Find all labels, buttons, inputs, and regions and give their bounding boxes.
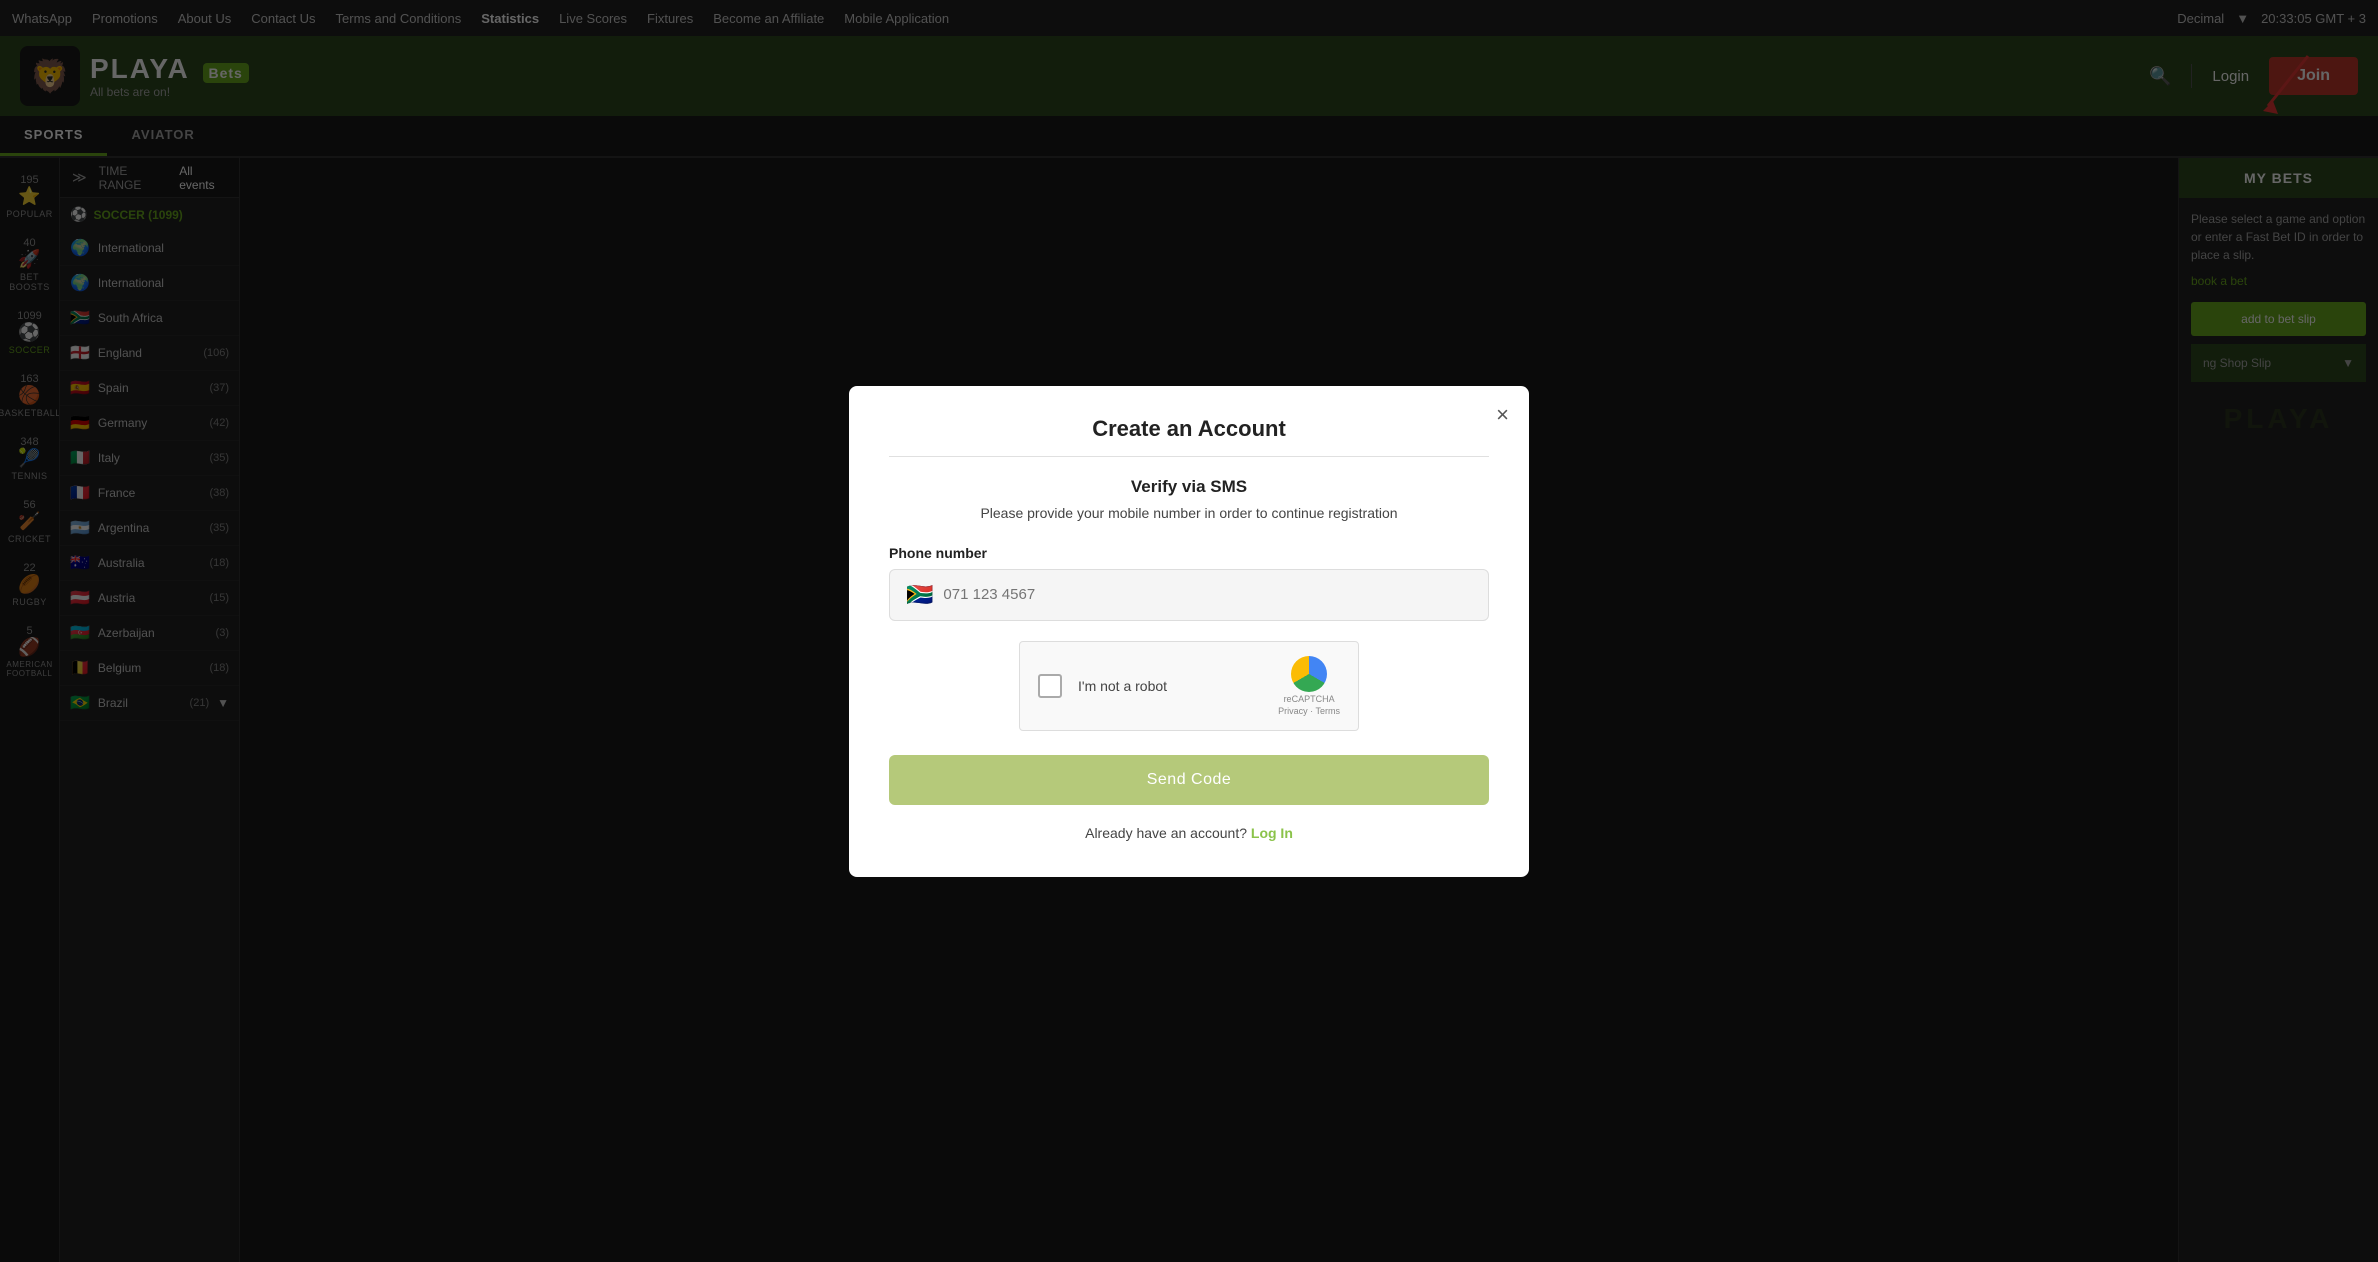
login-link[interactable]: Log In — [1251, 825, 1293, 841]
modal-overlay[interactable]: × Create an Account Verify via SMS Pleas… — [0, 0, 2378, 1262]
send-code-button[interactable]: Send Code — [889, 755, 1489, 805]
recaptcha-links: Privacy · Terms — [1278, 706, 1340, 716]
phone-label: Phone number — [889, 545, 1489, 561]
modal-divider — [889, 456, 1489, 457]
modal-subtitle: Verify via SMS — [889, 477, 1489, 497]
create-account-modal: × Create an Account Verify via SMS Pleas… — [849, 386, 1529, 877]
already-account-text: Already have an account? Log In — [889, 825, 1489, 841]
recaptcha-box[interactable]: I'm not a robot reCAPTCHA Privacy · Term… — [1019, 641, 1359, 731]
phone-flag: 🇿🇦 — [906, 582, 933, 608]
recaptcha-label: I'm not a robot — [1078, 678, 1262, 694]
recaptcha-logo: reCAPTCHA Privacy · Terms — [1278, 656, 1340, 716]
modal-close-button[interactable]: × — [1496, 402, 1509, 428]
phone-input[interactable] — [943, 586, 1472, 603]
modal-description: Please provide your mobile number in ord… — [889, 505, 1489, 521]
phone-input-wrapper: 🇿🇦 — [889, 569, 1489, 621]
recaptcha-checkbox[interactable] — [1038, 674, 1062, 698]
recaptcha-badge: reCAPTCHA — [1284, 694, 1335, 704]
modal-title: Create an Account — [889, 416, 1489, 442]
recaptcha-icon — [1291, 656, 1327, 692]
